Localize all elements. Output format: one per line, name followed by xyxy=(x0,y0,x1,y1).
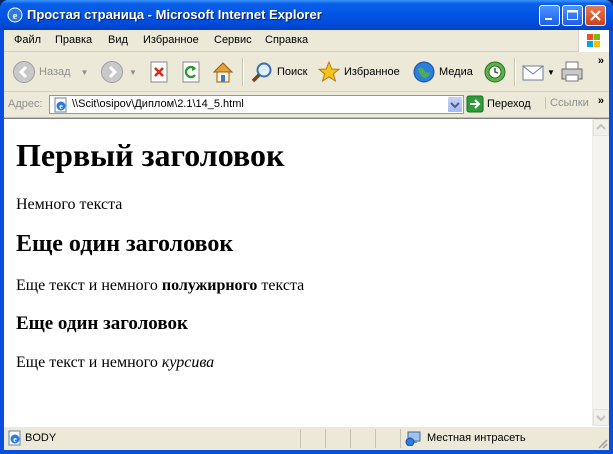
refresh-icon xyxy=(182,61,200,83)
scroll-up-button[interactable] xyxy=(593,119,609,136)
search-button[interactable]: Поиск xyxy=(250,58,307,86)
address-url-text: \\Scit\osipov\Диплом\2.1\14_5.html xyxy=(72,98,244,110)
windows-flag-icon xyxy=(587,34,600,47)
back-dropdown-icon[interactable]: ▼ xyxy=(81,68,89,77)
address-dropdown-button[interactable] xyxy=(447,96,463,113)
history-button[interactable] xyxy=(483,58,507,86)
back-arrow-icon xyxy=(13,61,35,83)
vertical-scrollbar[interactable] xyxy=(592,119,609,426)
heading-2: Еще один заголовок xyxy=(16,231,234,257)
toolbar-overflow-chevron[interactable]: » xyxy=(598,55,604,67)
address-bar: Адрес: e \\Scit\osipov\Диплом\2.1\14_5.h… xyxy=(4,92,609,118)
search-label: Поиск xyxy=(277,66,308,78)
search-icon xyxy=(251,62,272,83)
go-button[interactable]: Переход xyxy=(466,95,531,113)
printer-icon xyxy=(561,61,583,82)
refresh-button[interactable] xyxy=(180,58,202,86)
status-pane xyxy=(350,429,375,448)
heading-1: Первый заголовок xyxy=(16,137,285,173)
ie-logo-icon: e xyxy=(7,7,23,23)
paragraph-2-bold: полужирного xyxy=(161,277,258,294)
stop-icon xyxy=(150,61,168,83)
paragraph-2-text-end: текста xyxy=(257,277,305,294)
page-viewport[interactable]: Первый заголовок Немного текста Еще один… xyxy=(4,118,609,426)
minimize-button[interactable] xyxy=(539,5,560,26)
media-button[interactable]: Медиа xyxy=(412,58,473,86)
paragraph-2-text: Еще текст и немного xyxy=(16,277,162,294)
page-status-icon: e xyxy=(8,430,21,446)
home-button[interactable] xyxy=(211,58,235,86)
go-arrow-icon xyxy=(466,95,484,113)
maximize-icon xyxy=(567,10,578,20)
scroll-down-button[interactable] xyxy=(593,409,609,426)
menu-favorites[interactable]: Избранное xyxy=(143,34,199,46)
menu-view[interactable]: Вид xyxy=(108,34,128,46)
close-icon xyxy=(590,10,601,21)
window-frame-right xyxy=(609,30,613,454)
heading-3: Еще один заголовок xyxy=(16,313,188,334)
status-pane xyxy=(375,429,400,448)
menu-help[interactable]: Справка xyxy=(265,34,308,46)
chevron-down-icon xyxy=(450,102,460,109)
title-bar[interactable]: e Простая страница - Microsoft Internet … xyxy=(0,0,613,30)
zone-label: Местная интрасеть xyxy=(427,432,526,444)
media-globe-icon xyxy=(413,61,435,83)
mail-dropdown-icon[interactable]: ▼ xyxy=(547,68,555,77)
favorites-star-icon xyxy=(317,60,341,83)
paragraph-3: Еще текст и немного курсива xyxy=(16,353,586,373)
resize-grip-icon[interactable] xyxy=(596,437,608,449)
window-title: Простая страница - Microsoft Internet Ex… xyxy=(27,7,322,22)
paragraph-2: Еще текст и немного полужирного текста xyxy=(16,276,586,296)
windows-flag-logo xyxy=(578,30,609,52)
menu-bar: Файл Правка Вид Избранное Сервис Справка xyxy=(4,30,609,52)
forward-arrow-icon xyxy=(101,61,123,83)
favorites-label: Избранное xyxy=(344,66,400,78)
standard-toolbar: Назад ▼ ▼ Поиск Избранное Медиа ▼ » xyxy=(4,52,609,92)
mail-icon xyxy=(522,65,544,81)
home-icon xyxy=(212,62,234,83)
status-text: BODY xyxy=(25,432,57,444)
print-button[interactable] xyxy=(559,58,585,86)
toolbar-separator xyxy=(242,58,244,86)
svg-text:e: e xyxy=(13,435,17,444)
status-pane xyxy=(300,429,325,448)
stop-button[interactable] xyxy=(148,58,170,86)
menu-edit[interactable]: Правка xyxy=(55,34,92,46)
svg-text:e: e xyxy=(13,10,18,22)
status-bar: e BODY Местная интрасеть xyxy=(4,426,609,450)
back-label: Назад xyxy=(39,66,71,78)
paragraph-3-italic: курсива xyxy=(161,354,215,371)
mail-button[interactable]: ▼ xyxy=(521,58,555,86)
maximize-button[interactable] xyxy=(562,5,583,26)
go-label: Переход xyxy=(487,98,531,110)
status-pane xyxy=(325,429,350,448)
history-icon xyxy=(484,61,506,83)
toolbar-separator xyxy=(514,58,516,86)
menu-tools[interactable]: Сервис xyxy=(214,34,252,46)
scroll-down-arrow-icon xyxy=(596,415,606,422)
svg-text:e: e xyxy=(59,102,63,111)
paragraph-3-text: Еще текст и немного xyxy=(16,354,162,371)
address-input[interactable]: e \\Scit\osipov\Диплом\2.1\14_5.html xyxy=(49,95,464,114)
page-icon: e xyxy=(54,97,67,113)
address-label: Адрес: xyxy=(8,98,43,110)
menu-file[interactable]: Файл xyxy=(14,34,41,46)
back-button[interactable]: Назад ▼ xyxy=(12,58,88,86)
scroll-up-arrow-icon xyxy=(596,123,606,130)
favorites-button[interactable]: Избранное xyxy=(317,58,400,86)
minimize-icon xyxy=(545,18,552,20)
forward-button[interactable]: ▼ xyxy=(100,58,137,86)
close-button[interactable] xyxy=(585,5,606,26)
forward-dropdown-icon[interactable]: ▼ xyxy=(129,68,137,77)
links-overflow-chevron[interactable]: » xyxy=(598,95,604,107)
document-body: Первый заголовок Немного текста Еще один… xyxy=(16,119,586,373)
security-zone-pane: Местная интрасеть xyxy=(400,429,605,448)
media-label: Медиа xyxy=(439,66,473,78)
ie-window: e Простая страница - Microsoft Internet … xyxy=(0,0,613,454)
intranet-zone-icon xyxy=(405,431,421,446)
paragraph-1: Немного текста xyxy=(16,196,123,213)
window-frame-bottom xyxy=(0,450,613,454)
links-button[interactable]: Ссылки xyxy=(545,97,589,109)
